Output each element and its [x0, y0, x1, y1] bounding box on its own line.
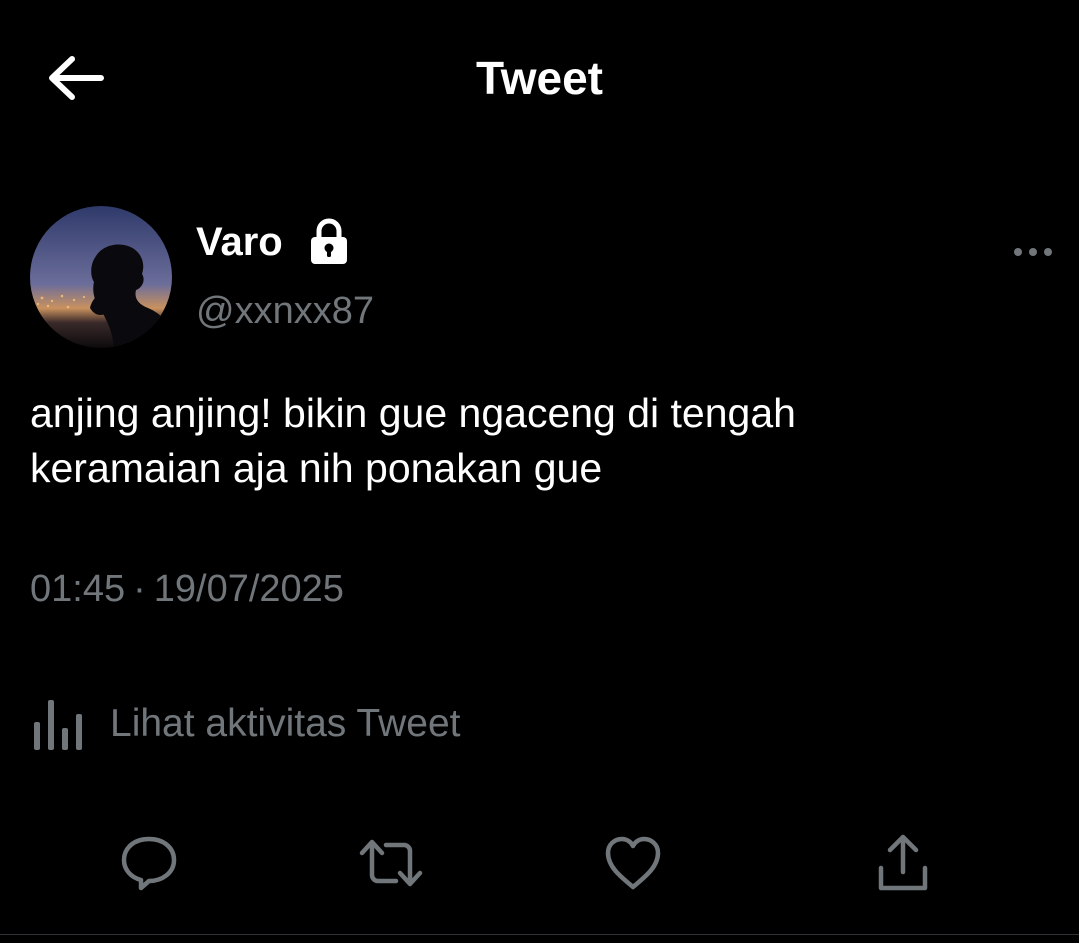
retweet-button[interactable] [358, 830, 424, 896]
avatar[interactable] [30, 206, 172, 348]
divider [0, 934, 1079, 935]
tweet-text-line: anjing anjing! bikin gue ngaceng di teng… [30, 390, 796, 436]
bar-chart-icon [34, 700, 82, 750]
reply-button[interactable] [116, 830, 182, 896]
view-activity-link[interactable]: Lihat aktivitas Tweet [30, 696, 460, 752]
tweet-time: 01:45 [30, 568, 126, 610]
heart-icon [605, 836, 661, 890]
page-title: Tweet [476, 52, 603, 104]
lock-icon [308, 218, 350, 266]
user-handle[interactable]: @xxnxx87 [196, 288, 374, 334]
like-button[interactable] [600, 830, 666, 896]
tweet-text-line: keramaian aja nih ponakan gue [30, 445, 603, 491]
view-activity-label: Lihat aktivitas Tweet [110, 702, 461, 745]
share-icon [878, 834, 928, 891]
retweet-icon [359, 839, 423, 887]
tweet-date: 19/07/2025 [153, 568, 344, 610]
share-button[interactable] [870, 830, 936, 896]
timestamp-separator: · [133, 568, 146, 610]
reply-icon [121, 836, 177, 891]
more-options-button[interactable] [1006, 232, 1060, 272]
more-horizontal-icon [1014, 248, 1052, 256]
tweet-timestamp[interactable]: 01:45 · 19/07/2025 [30, 566, 344, 612]
arrow-left-icon [49, 56, 104, 100]
tweet-text: anjing anjing! bikin gue ngaceng di teng… [30, 386, 1050, 496]
display-name[interactable]: Varo [196, 218, 283, 266]
back-button[interactable] [40, 50, 110, 106]
